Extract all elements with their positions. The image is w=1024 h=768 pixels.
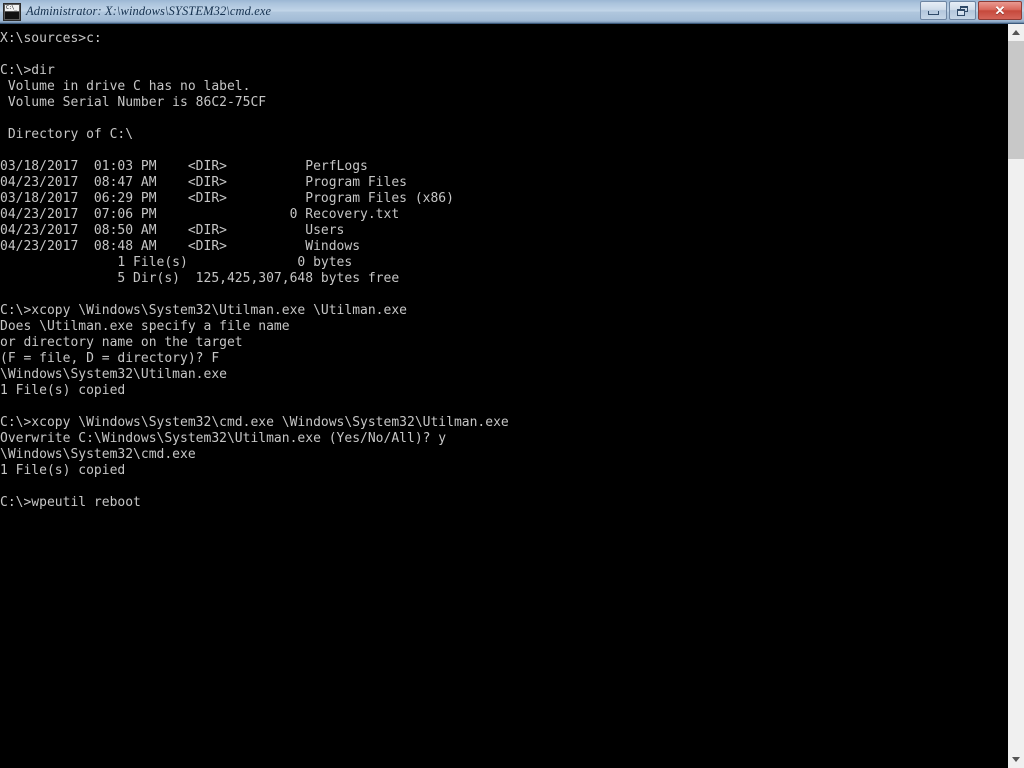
window-title: Administrator: X:\windows\SYSTEM32\cmd.e…: [26, 4, 272, 18]
minimize-icon: [928, 10, 939, 15]
console-area: X:\sources>c: C:\>dir Volume in drive C …: [0, 24, 1024, 768]
titlebar-left-group: C:\_ Administrator: X:\windows\SYSTEM32\…: [0, 2, 272, 21]
cmd-icon[interactable]: C:\_: [3, 2, 21, 21]
restore-button[interactable]: [949, 1, 976, 20]
restore-icon: [957, 5, 968, 16]
vertical-scrollbar[interactable]: [1007, 24, 1024, 768]
minimize-button[interactable]: [920, 1, 947, 20]
command-prompt-window: C:\_ Administrator: X:\windows\SYSTEM32\…: [0, 0, 1024, 768]
cmd-icon-screen: [5, 11, 19, 19]
close-icon: ✕: [994, 3, 1006, 18]
window-controls: ✕: [920, 1, 1022, 20]
scrollbar-thumb[interactable]: [1008, 41, 1024, 159]
cmd-icon-label: C:\_: [5, 4, 19, 11]
window-titlebar[interactable]: C:\_ Administrator: X:\windows\SYSTEM32\…: [0, 0, 1024, 24]
scroll-up-button[interactable]: [1008, 24, 1024, 41]
chevron-up-icon: [1012, 30, 1020, 35]
chevron-down-icon: [1012, 757, 1020, 762]
close-button[interactable]: ✕: [978, 1, 1022, 20]
scrollbar-track[interactable]: [1008, 41, 1024, 751]
console-output[interactable]: X:\sources>c: C:\>dir Volume in drive C …: [0, 24, 1007, 768]
scroll-down-button[interactable]: [1008, 751, 1024, 768]
